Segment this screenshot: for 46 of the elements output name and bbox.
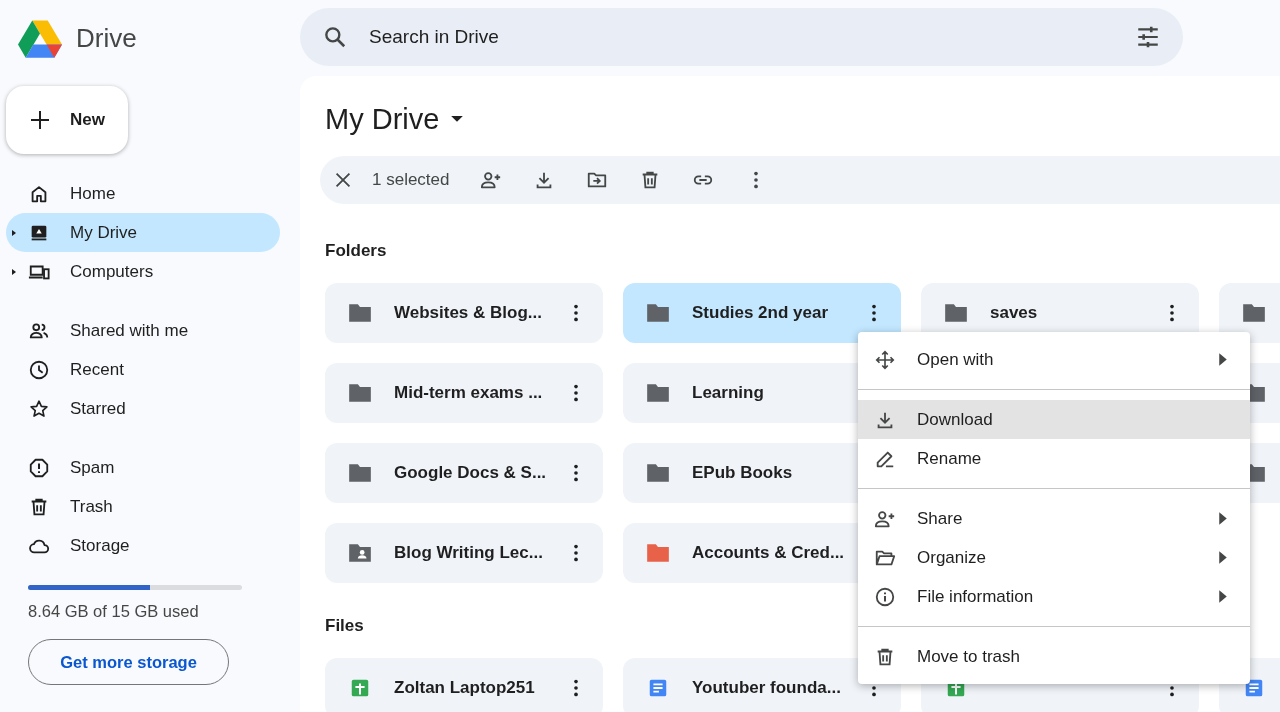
folder-icon — [645, 462, 671, 484]
nav-item[interactable]: Storage — [6, 526, 280, 565]
folder-icon — [347, 302, 373, 324]
storage-usage: 8.64 GB of 15 GB used — [28, 602, 200, 621]
folder-icon — [645, 382, 671, 404]
arrows-icon — [874, 348, 896, 371]
section-heading: Folders — [325, 241, 388, 261]
nav-item[interactable]: Home — [6, 174, 280, 213]
selection-count: 1 selected — [372, 170, 450, 190]
folder-icon — [943, 302, 969, 324]
menu-item[interactable]: Download — [858, 400, 1250, 439]
nav-item[interactable]: Trash — [6, 487, 280, 526]
app-name: Drive — [76, 22, 137, 54]
folder-icon — [347, 382, 373, 404]
page-title[interactable]: My Drive — [325, 103, 464, 136]
expand-icon[interactable] — [10, 267, 18, 276]
nav-item[interactable]: Starred — [6, 389, 280, 428]
new-button[interactable]: New — [6, 86, 128, 154]
folder-card[interactable]: Mid-term exams ... — [325, 363, 603, 423]
clock-icon — [28, 358, 50, 381]
nav-item[interactable]: My Drive — [6, 213, 280, 252]
folder-card[interactable]: Websites & Blog... — [325, 283, 603, 343]
alert-icon — [28, 456, 50, 479]
logo-icon — [18, 18, 62, 58]
nav-item[interactable]: Spam — [6, 448, 280, 487]
nav-item[interactable]: Shared with me — [6, 311, 280, 350]
folder-card[interactable]: Google Docs & S... — [325, 443, 603, 503]
search-field[interactable]: Search in Drive — [300, 8, 1183, 66]
file-card[interactable]: Youtuber founda... — [623, 658, 901, 712]
info-icon — [874, 585, 896, 608]
shared-folder-icon — [347, 542, 373, 564]
nav-item[interactable]: Recent — [6, 350, 280, 389]
search-icon — [322, 24, 348, 50]
nav-item[interactable]: Computers — [6, 252, 280, 291]
folder-card[interactable]: Blog Writing Lec... — [325, 523, 603, 583]
folder-icon — [347, 462, 373, 484]
dropdown-icon — [451, 116, 464, 123]
expand-icon[interactable] — [10, 228, 18, 237]
add-person-icon[interactable] — [479, 169, 502, 191]
filter-icon[interactable] — [1135, 24, 1161, 50]
plus-icon — [28, 108, 52, 132]
folder-icon — [1241, 302, 1267, 324]
folder-icon — [645, 302, 671, 324]
folder-card[interactable]: Studies 2nd year — [623, 283, 901, 343]
file-card[interactable]: Zoltan Laptop251 — [325, 658, 603, 712]
section-heading: Files — [325, 616, 365, 636]
